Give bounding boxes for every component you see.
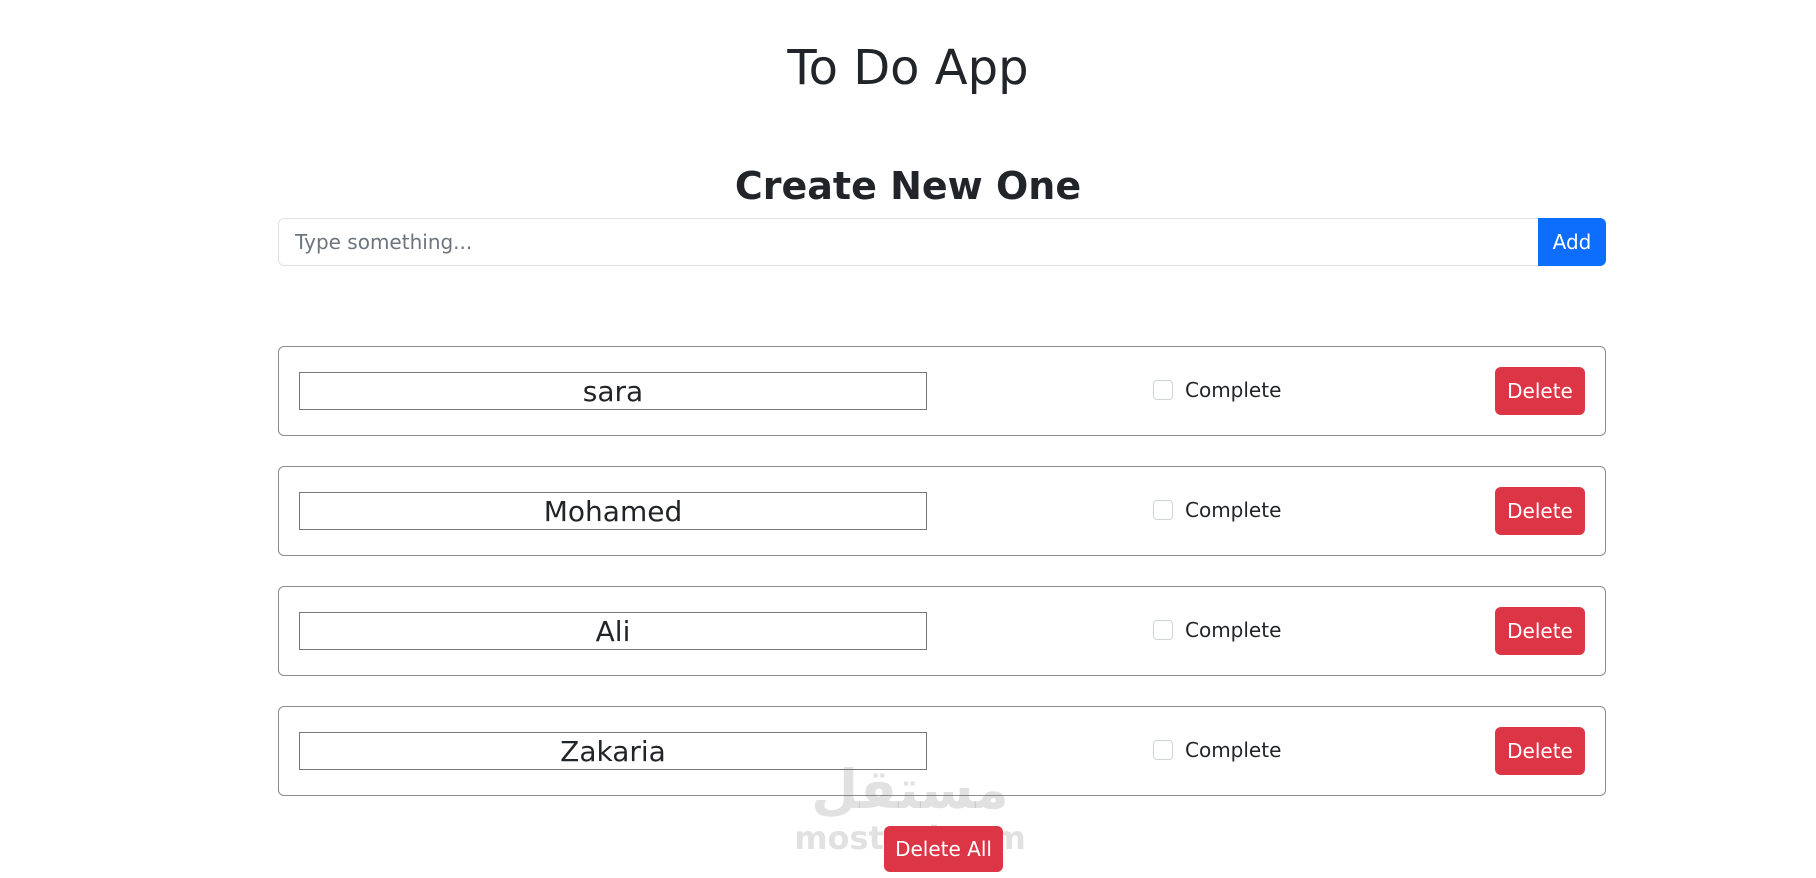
- complete-checkbox[interactable]: [1153, 500, 1173, 520]
- complete-label: Complete: [1185, 618, 1282, 642]
- todo-item: Complete Delete: [278, 586, 1606, 676]
- delete-button[interactable]: Delete: [1495, 487, 1585, 535]
- complete-toggle[interactable]: Complete: [1153, 378, 1281, 402]
- complete-checkbox[interactable]: [1153, 740, 1173, 760]
- delete-button[interactable]: Delete: [1495, 367, 1585, 415]
- todo-name-field[interactable]: [299, 732, 927, 770]
- delete-all-button[interactable]: Delete All: [884, 826, 1003, 872]
- new-todo-input[interactable]: [278, 218, 1538, 266]
- todo-item: Complete Delete: [278, 346, 1606, 436]
- complete-checkbox[interactable]: [1153, 620, 1173, 640]
- todo-name-field[interactable]: [299, 492, 927, 530]
- create-form: Add: [278, 218, 1606, 266]
- add-button[interactable]: Add: [1538, 218, 1606, 266]
- complete-toggle[interactable]: Complete: [1153, 498, 1281, 522]
- todo-name-field[interactable]: [299, 612, 927, 650]
- complete-toggle[interactable]: Complete: [1153, 618, 1281, 642]
- complete-label: Complete: [1185, 738, 1282, 762]
- delete-button[interactable]: Delete: [1495, 607, 1585, 655]
- complete-label: Complete: [1185, 378, 1282, 402]
- todo-name-field[interactable]: [299, 372, 927, 410]
- todo-list: Complete Delete Complete Delete Complete…: [278, 346, 1606, 826]
- complete-checkbox[interactable]: [1153, 380, 1173, 400]
- todo-item: Complete Delete: [278, 706, 1606, 796]
- complete-toggle[interactable]: Complete: [1153, 738, 1281, 762]
- delete-button[interactable]: Delete: [1495, 727, 1585, 775]
- create-heading: Create New One: [734, 164, 1082, 208]
- todo-item: Complete Delete: [278, 466, 1606, 556]
- complete-label: Complete: [1185, 498, 1282, 522]
- app-title: To Do App: [787, 40, 1029, 96]
